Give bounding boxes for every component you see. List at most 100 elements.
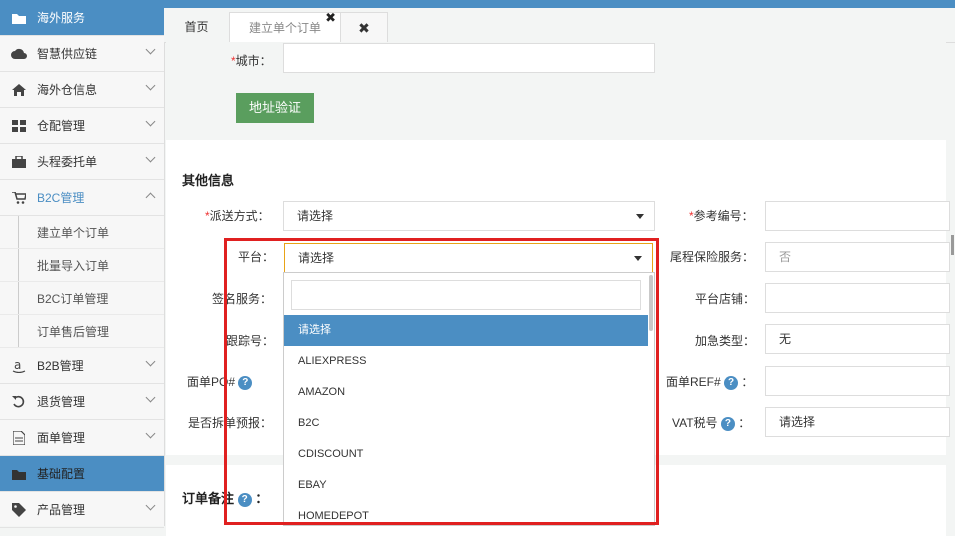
folder-icon [10, 467, 28, 481]
tag-icon [10, 502, 28, 517]
vat-select[interactable]: 请选择 [765, 407, 950, 437]
insurance-label: 尾程保险服务： [670, 250, 755, 264]
sidebar-item-returns[interactable]: 退货管理 [0, 384, 164, 420]
help-icon[interactable]: ? [720, 416, 735, 431]
sidebar-header-basic-config[interactable]: 基础配置 [0, 456, 164, 492]
sidebar-subitem-batch-import[interactable]: 批量导入订单 [0, 249, 164, 282]
tab-create-order[interactable]: 建立单个订单 ✖ [229, 10, 341, 43]
label-ref-input[interactable] [765, 366, 950, 396]
close-icon: ✖ [358, 20, 370, 36]
return-icon [10, 395, 28, 409]
chevron-down-icon [145, 80, 156, 91]
cloud-icon [10, 47, 28, 61]
sidebar-item-label: 产品管理 [37, 503, 86, 517]
platform-shop-label: 平台店铺： [695, 292, 756, 306]
help-icon[interactable]: ? [724, 375, 739, 390]
sidebar-item-label: 基础配置 [37, 467, 86, 481]
page-scrollbar[interactable] [951, 235, 954, 255]
sidebar-item-supply-chain[interactable]: 智慧供应链 [0, 36, 164, 72]
delivery-method-label: *派送方式： [205, 209, 270, 223]
sidebar-item-label: 退货管理 [37, 395, 86, 409]
platform-select[interactable]: 请选择 [284, 243, 653, 273]
amazon-icon: a [10, 359, 28, 373]
document-icon [10, 430, 28, 445]
sidebar-item-b2c[interactable]: B2C管理 [0, 180, 164, 216]
reference-number-label: *参考编号： [689, 209, 754, 223]
sidebar-subitem-b2c-orders[interactable]: B2C订单管理 [0, 282, 164, 315]
urgent-type-label: 加急类型： [695, 334, 756, 348]
sidebar-subitem-label: 建立单个订单 [37, 225, 110, 240]
close-icon[interactable]: ✖ [325, 3, 336, 33]
city-input[interactable] [283, 43, 655, 73]
chevron-down-icon [145, 116, 156, 127]
dropdown-option[interactable]: EBAY [284, 470, 648, 501]
folder-icon [10, 11, 28, 25]
sidebar-subitem-create-order[interactable]: 建立单个订单 [0, 216, 164, 249]
dropdown-option[interactable]: B2C [284, 408, 648, 439]
dropdown-option[interactable]: HOMEDEPOT [284, 501, 648, 525]
chevron-up-icon [145, 192, 156, 203]
chevron-down-icon [145, 428, 156, 439]
svg-text:a: a [14, 359, 21, 372]
briefcase-icon [10, 155, 28, 169]
sidebar-subitem-label: B2C订单管理 [37, 291, 109, 306]
help-icon[interactable]: ? [237, 492, 252, 507]
sidebar-item-label: 头程委托单 [37, 155, 98, 169]
sidebar-item-consignment[interactable]: 头程委托单 [0, 144, 164, 180]
dropdown-option[interactable]: 请选择 [284, 315, 648, 346]
chevron-down-icon [145, 356, 156, 367]
sidebar-item-label: 海外服务 [37, 11, 86, 25]
sidebar-item-labels[interactable]: 面单管理 [0, 420, 164, 456]
platform-label: 平台： [238, 250, 275, 264]
platform-dropdown: 请选择 ALIEXPRESS AMAZON B2C CDISCOUNT EBAY… [283, 272, 655, 526]
sidebar-header-overseas[interactable]: 海外服务 [0, 0, 164, 36]
sidebar-item-label: 面单管理 [37, 431, 86, 445]
sidebar-item-warehouse[interactable]: 海外仓信息 [0, 72, 164, 108]
sidebar-item-label: B2C管理 [37, 191, 85, 205]
reference-number-input[interactable] [765, 201, 950, 231]
grid-icon [10, 119, 28, 133]
chevron-down-icon [145, 152, 156, 163]
label-ref-label: 面单REF# ? ： [666, 375, 754, 390]
insurance-select[interactable]: 否 [765, 242, 950, 272]
sidebar-item-b2b[interactable]: a B2B管理 [0, 348, 164, 384]
dropdown-search-input[interactable] [291, 280, 641, 310]
caret-down-icon [636, 214, 644, 219]
urgent-type-select[interactable]: 无 [765, 324, 950, 354]
sidebar-subitem-label: 批量导入订单 [37, 258, 110, 273]
city-label: *城市： [231, 54, 272, 68]
home-icon [10, 83, 28, 97]
other-info-title: 其他信息 [182, 173, 235, 188]
sidebar-item-label: 海外仓信息 [37, 83, 98, 97]
tracking-number-label: 跟踪号： [226, 334, 275, 348]
label-po-label: 面单PO# ? [187, 373, 253, 390]
cart-icon [10, 191, 28, 205]
split-order-label: 是否拆单预报： [188, 416, 273, 430]
sidebar-item-distribution[interactable]: 仓配管理 [0, 108, 164, 144]
remarks-title: 订单备注 ? ： [182, 491, 269, 507]
sidebar-subitem-after-sales[interactable]: 订单售后管理 [0, 315, 164, 348]
chevron-down-icon [145, 500, 156, 511]
close-all-tabs-button[interactable]: ✖ [340, 12, 388, 43]
dropdown-option[interactable]: CDISCOUNT [284, 439, 648, 470]
tab-home[interactable]: 首页 [169, 12, 224, 42]
tab-bar: 首页 建立单个订单 ✖ ✖ [164, 8, 955, 43]
sidebar-subitem-label: 订单售后管理 [37, 324, 110, 339]
chevron-down-icon [145, 44, 156, 55]
delivery-method-select[interactable]: 请选择 [283, 201, 655, 231]
sidebar: 海外服务 智慧供应链 海外仓信息 仓配管理 头程委托单 B2C管理 建立单个订单… [0, 0, 165, 528]
sidebar-item-products[interactable]: 产品管理 [0, 492, 164, 528]
platform-shop-input[interactable] [765, 283, 950, 313]
sidebar-item-label: 仓配管理 [37, 119, 86, 133]
vat-label: VAT税号 ? ： [672, 416, 751, 431]
top-bar [164, 0, 955, 8]
caret-down-icon [634, 256, 642, 261]
sidebar-item-label: 智慧供应链 [37, 47, 98, 61]
dropdown-option[interactable]: AMAZON [284, 377, 648, 408]
dropdown-option[interactable]: ALIEXPRESS [284, 346, 648, 377]
help-icon[interactable]: ? [238, 375, 253, 390]
dropdown-scrollbar[interactable] [649, 275, 653, 331]
chevron-down-icon [145, 392, 156, 403]
verify-address-button[interactable]: 地址验证 [236, 93, 314, 123]
tab-label: 建立单个订单 [248, 21, 321, 35]
